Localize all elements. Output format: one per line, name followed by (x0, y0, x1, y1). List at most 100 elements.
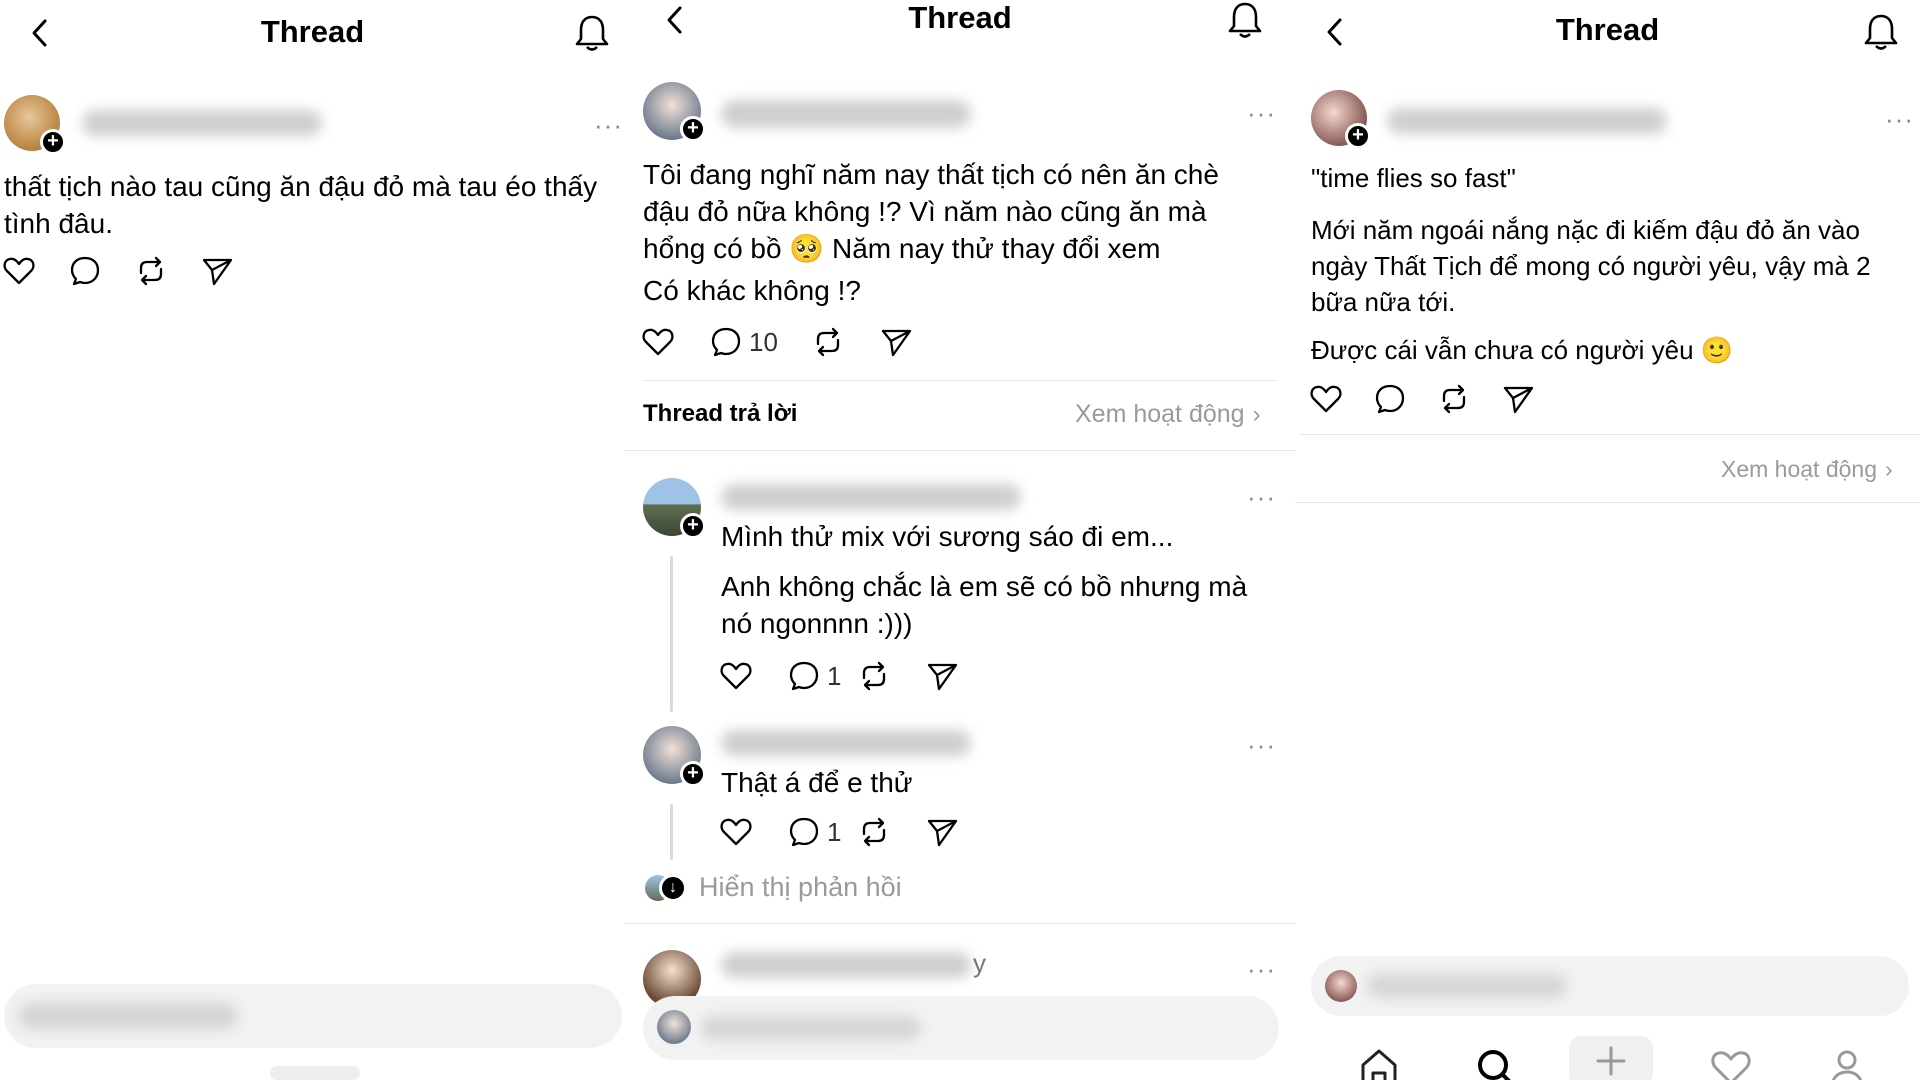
comment-button[interactable] (68, 254, 102, 288)
page-title: Thread (260, 14, 365, 49)
send-icon (927, 663, 958, 691)
comment-bubble-icon (1375, 384, 1405, 414)
post-text-2: Có khác không !? (643, 275, 861, 306)
username-blurred (721, 730, 971, 756)
view-activity-label: Xem hoạt động (1075, 400, 1245, 428)
chevron-right-icon: › (1252, 400, 1261, 428)
share-button[interactable] (200, 254, 234, 288)
post-text-2: Được cái vẫn chưa có người yêu 🙂 (1311, 335, 1734, 365)
share-button[interactable] (879, 325, 913, 359)
repost-button[interactable] (811, 325, 845, 359)
bell-icon[interactable] (1225, 0, 1265, 40)
bell-icon[interactable] (1861, 12, 1901, 52)
repost-icon (862, 817, 886, 847)
post-quote: "time flies so fast" (1311, 163, 1516, 193)
more-options-icon[interactable]: ··· (1247, 482, 1276, 513)
view-activity-link[interactable]: Xem hoạt động › (1075, 400, 1261, 429)
send-icon (927, 819, 958, 847)
like-button[interactable] (719, 659, 753, 693)
heart-icon (1310, 385, 1342, 413)
repost-icon (1442, 384, 1466, 414)
follow-plus-icon[interactable]: + (680, 761, 706, 787)
thread-panel-3: Thread + ··· "time flies so fast" Mới nă… (1295, 0, 1920, 1080)
username-blurred (721, 952, 971, 978)
comment-button[interactable] (1373, 382, 1407, 416)
reply-composer[interactable] (643, 996, 1279, 1060)
send-icon (881, 329, 912, 357)
repost-button[interactable] (134, 254, 168, 288)
post-text: Tôi đang nghĩ năm nay thất tịch có nên ă… (643, 159, 1219, 264)
like-button[interactable] (719, 815, 753, 849)
view-activity-link[interactable]: Xem hoạt động › (1721, 456, 1893, 483)
tab-activity[interactable] (1709, 1045, 1753, 1080)
comment-button[interactable]: 1 (787, 659, 841, 693)
username-blurred (721, 484, 1021, 510)
follow-plus-icon[interactable]: + (40, 129, 66, 155)
repost-button[interactable] (857, 815, 891, 849)
follow-plus-icon[interactable]: + (680, 116, 706, 142)
username-blurred (1387, 108, 1667, 134)
send-icon (202, 258, 233, 286)
more-options-icon[interactable]: ··· (1247, 730, 1276, 761)
username-tail: y (973, 948, 986, 978)
follow-plus-icon[interactable]: + (680, 513, 706, 539)
send-icon (1503, 386, 1534, 414)
composer-avatar (657, 1010, 691, 1044)
share-button[interactable] (925, 659, 959, 693)
heart-icon (720, 818, 752, 846)
plus-icon (1596, 1046, 1626, 1076)
search-icon (1478, 1050, 1511, 1080)
post-text: thất tịch nào tau cũng ăn đậu đỏ mà tau … (4, 171, 598, 239)
reply-text-2: Anh không chắc là em sẽ có bồ nhưng mà n… (721, 571, 1248, 639)
divider (625, 923, 1295, 924)
follow-plus-icon[interactable]: + (1345, 123, 1371, 149)
view-activity-label: Xem hoạt động (1721, 456, 1878, 482)
comment-count: 1 (827, 660, 842, 691)
more-options-icon[interactable]: ··· (1247, 98, 1276, 129)
repost-icon (862, 661, 886, 691)
divider (643, 380, 1277, 381)
chevron-right-icon: › (1885, 456, 1893, 482)
like-button[interactable] (1309, 382, 1343, 416)
divider (625, 450, 1295, 451)
reply-composer[interactable] (1311, 956, 1909, 1016)
like-button[interactable] (641, 325, 675, 359)
more-options-icon[interactable]: ··· (594, 110, 623, 141)
repost-icon (139, 256, 163, 286)
thread-panel-1: Thread + ··· thất tịch nào tau cũng ăn đ… (0, 0, 625, 1080)
comment-button[interactable]: 1 (787, 815, 841, 849)
share-button[interactable] (925, 815, 959, 849)
like-button[interactable] (2, 254, 36, 288)
page-title: Thread (908, 0, 1012, 35)
repost-button[interactable] (857, 659, 891, 693)
username-blurred (82, 110, 322, 136)
comment-bubble-icon (711, 327, 741, 357)
comment-count: 1 (827, 816, 842, 847)
tab-profile[interactable] (1825, 1045, 1869, 1080)
show-replies-button[interactable]: ↓ Hiển thị phản hồi (645, 872, 902, 903)
comment-bubble-icon (789, 817, 819, 847)
repost-icon (816, 327, 840, 357)
page-title: Thread (1555, 12, 1660, 47)
tab-home[interactable] (1357, 1045, 1401, 1080)
heart-icon (720, 662, 752, 690)
more-options-icon[interactable]: ··· (1885, 104, 1914, 135)
home-indicator (270, 1066, 360, 1080)
thread-connector-line (670, 556, 673, 712)
more-options-icon[interactable]: ··· (1247, 954, 1276, 985)
comment-button[interactable]: 10 (709, 325, 778, 359)
thread-panel-2: Thread + ··· Tôi đang nghĩ năm nay thất … (625, 0, 1295, 1080)
mini-avatar-stack: ↓ (645, 873, 687, 903)
username-blurred (721, 100, 971, 128)
share-button[interactable] (1501, 382, 1535, 416)
reply-composer[interactable] (4, 984, 622, 1048)
composer-placeholder-blurred (1367, 974, 1567, 998)
tab-new-thread[interactable] (1569, 1036, 1653, 1080)
thread-connector-line (670, 804, 673, 860)
composer-placeholder-blurred (18, 1002, 238, 1030)
bell-icon[interactable] (572, 13, 612, 53)
show-replies-label: Hiển thị phản hồi (699, 872, 902, 902)
home-icon (1361, 1049, 1397, 1080)
repost-button[interactable] (1437, 382, 1471, 416)
tab-search[interactable] (1473, 1045, 1517, 1080)
